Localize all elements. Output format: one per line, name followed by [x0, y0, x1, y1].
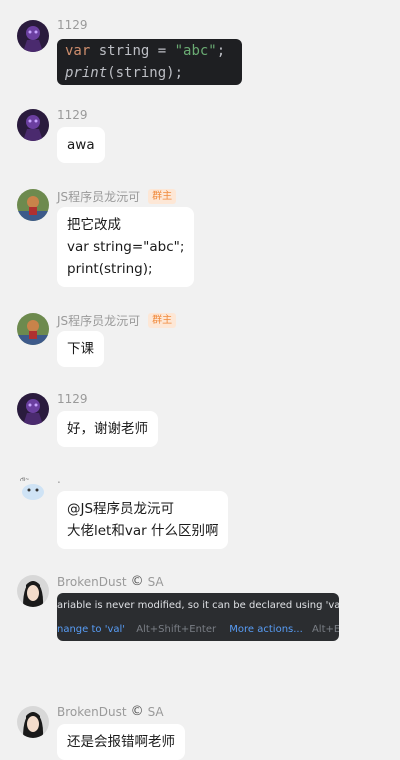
sender-name: JS程序员龙沅可 群主	[57, 312, 177, 329]
owner-badge: 群主	[148, 313, 177, 328]
avatar[interactable]	[17, 313, 49, 345]
copyright-icon: ©	[130, 574, 144, 589]
avatar[interactable]	[17, 20, 49, 52]
owner-badge: 群主	[148, 189, 177, 204]
message-bubble: 下课	[57, 331, 104, 367]
sender-name: JS程序员龙沅可 群主	[57, 188, 177, 205]
tooltip-shortcut: Alt+Enter	[311, 624, 339, 635]
copyright-icon: ©	[130, 704, 144, 719]
message-bubble: awa	[57, 127, 105, 163]
avatar[interactable]	[17, 189, 49, 221]
message-bubble: 把它改成 var string="abc"; print(string);	[57, 207, 195, 287]
tooltip-message: ariable is never modified, so it can be …	[57, 600, 339, 611]
avatar[interactable]	[17, 109, 49, 141]
tooltip-quick-fix-link: nange to 'val'	[57, 624, 126, 635]
sender-name: 1129	[57, 18, 88, 32]
sender-name: BrokenDust © SA	[57, 704, 164, 719]
svg-text:Hi~: Hi~	[20, 477, 29, 483]
avatar[interactable]	[17, 393, 49, 425]
avatar[interactable]	[17, 706, 49, 738]
avatar[interactable]	[17, 575, 49, 607]
message-bubble: @JS程序员龙沅可 大佬let和var 什么区别啊	[57, 491, 229, 549]
sender-name: 1129	[57, 108, 88, 122]
sender-name: .	[57, 472, 61, 486]
tooltip-more-actions-link: More actions...	[229, 624, 303, 635]
sender-name: BrokenDust © SA	[57, 574, 164, 589]
message-bubble: 好，谢谢老师	[57, 411, 158, 447]
tooltip-actions: nange to 'val' Alt+Shift+Enter More acti…	[57, 624, 339, 635]
image-message-ide-tooltip[interactable]: ariable is never modified, so it can be …	[57, 593, 339, 641]
tooltip-shortcut: Alt+Shift+Enter	[136, 624, 217, 635]
avatar[interactable]: Hi~	[17, 473, 49, 505]
code-block: var string = "abc"; print(string);	[57, 39, 242, 85]
sender-name: 1129	[57, 392, 88, 406]
